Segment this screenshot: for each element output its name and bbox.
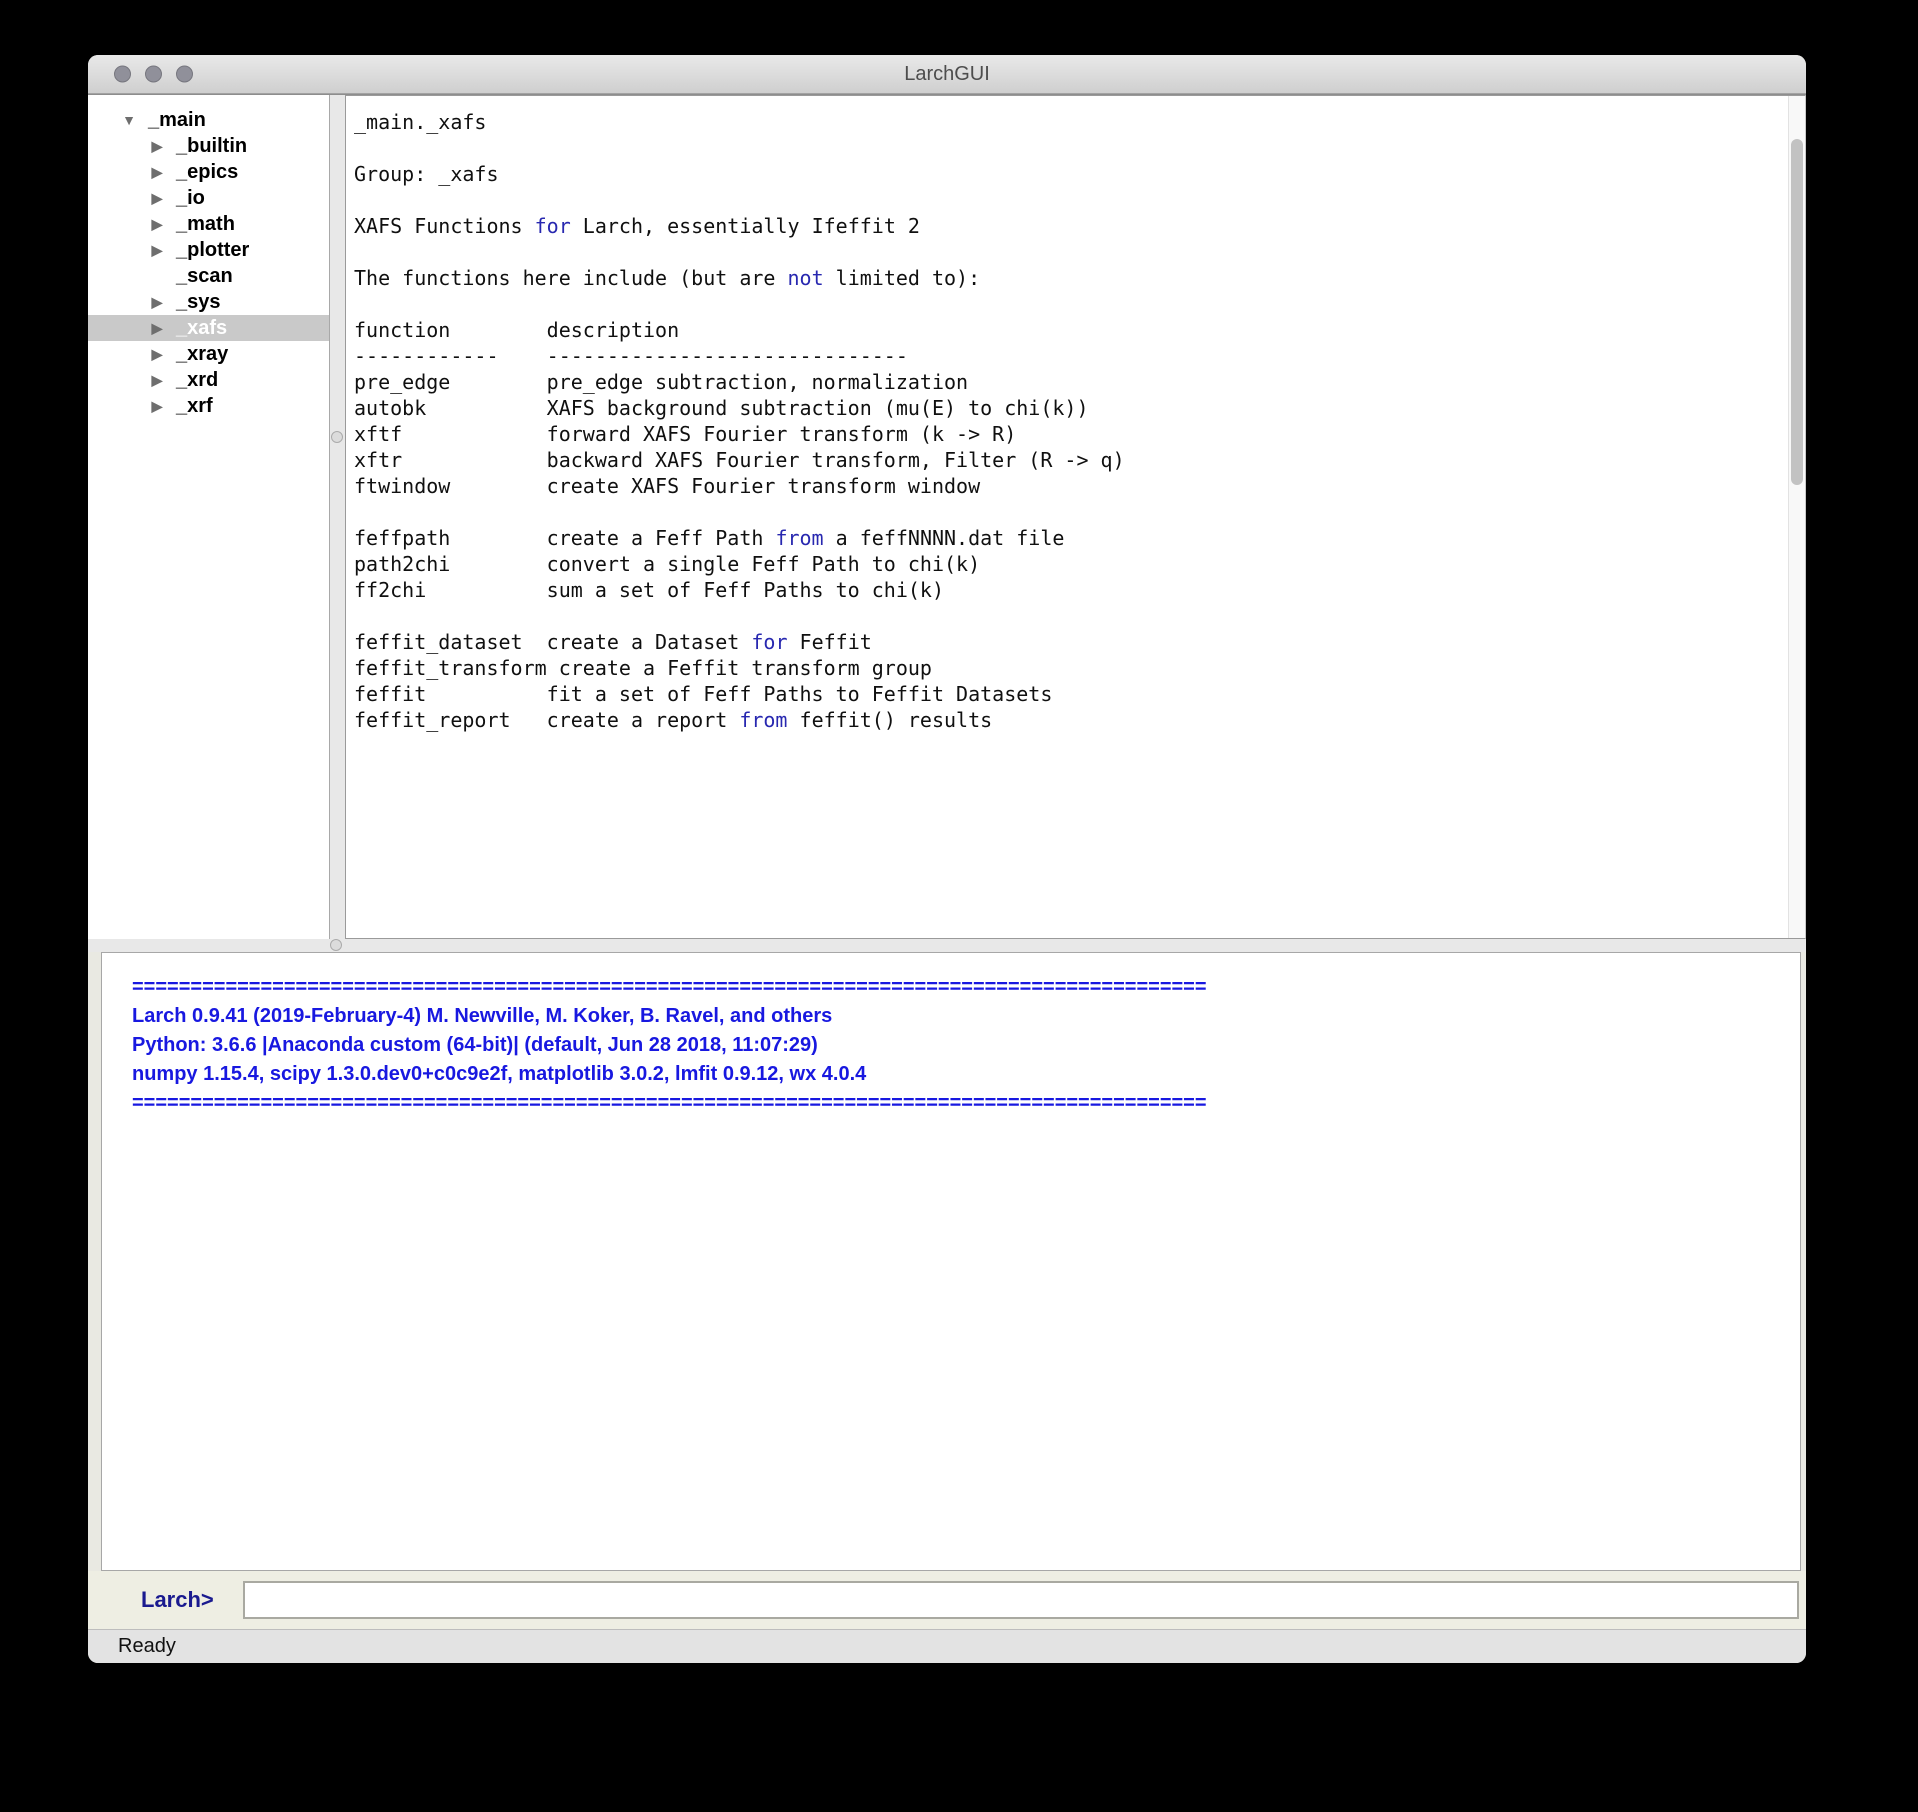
minimize-button[interactable] — [145, 66, 162, 83]
larchgui-window: LarchGUI ▼_main▶_builtin▶_epics▶_io▶_mat… — [88, 55, 1806, 1663]
text-line: ff2chi sum a set of Feff Paths to chi(k) — [354, 577, 1785, 603]
text-line: xftr backward XAFS Fourier transform, Fi… — [354, 447, 1785, 473]
text-line — [354, 603, 1785, 629]
status-text: Ready — [118, 1635, 176, 1658]
text-line: autobk XAFS background subtraction (mu(E… — [354, 395, 1785, 421]
command-input[interactable] — [243, 1581, 1799, 1619]
text-line: feffit_dataset create a Dataset for Feff… — [354, 629, 1785, 655]
text-line: Group: _xafs — [354, 161, 1785, 187]
scrollbar-thumb[interactable] — [1791, 139, 1803, 485]
triangle-right-icon[interactable]: ▶ — [146, 393, 168, 419]
text-line: Larch 0.9.41 (2019-February-4) M. Newvil… — [132, 1002, 1790, 1031]
text-line — [354, 499, 1785, 525]
status-bar: Ready — [88, 1629, 1806, 1663]
tree-item-scan[interactable]: _scan — [88, 263, 329, 289]
horizontal-splitter[interactable] — [88, 939, 1806, 952]
tree-item-label: _epics — [176, 161, 238, 184]
command-prompt-bar: Larch> — [88, 1571, 1806, 1629]
tree-item-xafs[interactable]: ▶ _xafs — [88, 315, 329, 341]
title-bar[interactable]: LarchGUI — [88, 55, 1806, 94]
text-line: feffit_transform create a Feffit transfo… — [354, 655, 1785, 681]
text-line: pre_edge pre_edge subtraction, normaliza… — [354, 369, 1785, 395]
tree-item-label: _builtin — [176, 135, 247, 158]
window-title: LarchGUI — [904, 63, 990, 86]
triangle-right-icon[interactable]: ▶ — [146, 211, 168, 237]
triangle-down-icon[interactable]: ▼ — [118, 107, 140, 133]
tree-item-label: _main — [148, 109, 206, 132]
text-line — [354, 135, 1785, 161]
text-line — [354, 291, 1785, 317]
text-line: ftwindow create XAFS Fourier transform w… — [354, 473, 1785, 499]
tree-item-plotter[interactable]: ▶ _plotter — [88, 237, 329, 263]
text-line: function description — [354, 317, 1785, 343]
traffic-lights — [114, 66, 193, 83]
triangle-right-icon[interactable]: ▶ — [146, 237, 168, 263]
tree-item-io[interactable]: ▶ _io — [88, 185, 329, 211]
splitter-grip-icon[interactable] — [330, 939, 342, 951]
text-line: Python: 3.6.6 |Anaconda custom (64-bit)|… — [132, 1031, 1790, 1060]
console-output-pane[interactable]: ========================================… — [101, 952, 1801, 1571]
tree-item-label: _plotter — [176, 239, 249, 262]
top-split-area: ▼_main▶_builtin▶_epics▶_io▶_math▶_plotte… — [88, 94, 1806, 939]
text-line: _main._xafs — [354, 109, 1785, 135]
tree-item-label: _xray — [176, 343, 228, 366]
tree-item-label: _io — [176, 187, 205, 210]
tree-item-label: _math — [176, 213, 235, 236]
tree-item-xrf[interactable]: ▶ _xrf — [88, 393, 329, 419]
close-button[interactable] — [114, 66, 131, 83]
tree-item-sys[interactable]: ▶ _sys — [88, 289, 329, 315]
text-line — [354, 187, 1785, 213]
triangle-right-icon[interactable]: ▶ — [146, 341, 168, 367]
tree-item-label: _xafs — [176, 317, 227, 340]
group-description-text[interactable]: _main._xafs Group: _xafs XAFS Functions … — [346, 96, 1805, 733]
tree-item-xray[interactable]: ▶ _xray — [88, 341, 329, 367]
splitter-grip-icon[interactable] — [331, 431, 343, 443]
text-line: ========================================… — [132, 1089, 1790, 1118]
tree-item-builtin[interactable]: ▶ _builtin — [88, 133, 329, 159]
text-line: xftf forward XAFS Fourier transform (k -… — [354, 421, 1785, 447]
group-detail-pane: _main._xafs Group: _xafs XAFS Functions … — [345, 95, 1806, 939]
text-line: ========================================… — [132, 973, 1790, 1002]
text-line — [354, 239, 1785, 265]
text-line: feffit_report create a report from feffi… — [354, 707, 1785, 733]
vertical-scrollbar[interactable] — [1788, 96, 1805, 938]
triangle-right-icon[interactable]: ▶ — [146, 367, 168, 393]
text-line: The functions here include (but are not … — [354, 265, 1785, 291]
text-line: numpy 1.15.4, scipy 1.3.0.dev0+c0c9e2f, … — [132, 1060, 1790, 1089]
text-line: feffpath create a Feff Path from a feffN… — [354, 525, 1785, 551]
triangle-right-icon[interactable]: ▶ — [146, 185, 168, 211]
triangle-right-icon[interactable]: ▶ — [146, 289, 168, 315]
tree-item-xrd[interactable]: ▶ _xrd — [88, 367, 329, 393]
tree-item-label: _scan — [176, 265, 233, 288]
larch-prompt-label: Larch> — [141, 1587, 214, 1613]
tree-item-label: _sys — [176, 291, 221, 314]
text-line: feffit fit a set of Feff Paths to Feffit… — [354, 681, 1785, 707]
zoom-button[interactable] — [176, 66, 193, 83]
text-line: ------------ ---------------------------… — [354, 343, 1785, 369]
text-line: path2chi convert a single Feff Path to c… — [354, 551, 1785, 577]
tree-item-main[interactable]: ▼ _main — [88, 107, 329, 133]
triangle-right-icon[interactable]: ▶ — [146, 159, 168, 185]
text-line: XAFS Functions for Larch, essentially If… — [354, 213, 1785, 239]
tree-item-label: _xrf — [176, 395, 213, 418]
triangle-right-icon[interactable]: ▶ — [146, 315, 168, 341]
tree-item-math[interactable]: ▶ _math — [88, 211, 329, 237]
console-banner-text: ========================================… — [102, 953, 1800, 1118]
group-tree: ▼_main▶_builtin▶_epics▶_io▶_math▶_plotte… — [88, 95, 330, 939]
triangle-right-icon[interactable]: ▶ — [146, 133, 168, 159]
tree-item-label: _xrd — [176, 369, 218, 392]
tree-item-epics[interactable]: ▶ _epics — [88, 159, 329, 185]
vertical-splitter[interactable] — [330, 95, 345, 939]
